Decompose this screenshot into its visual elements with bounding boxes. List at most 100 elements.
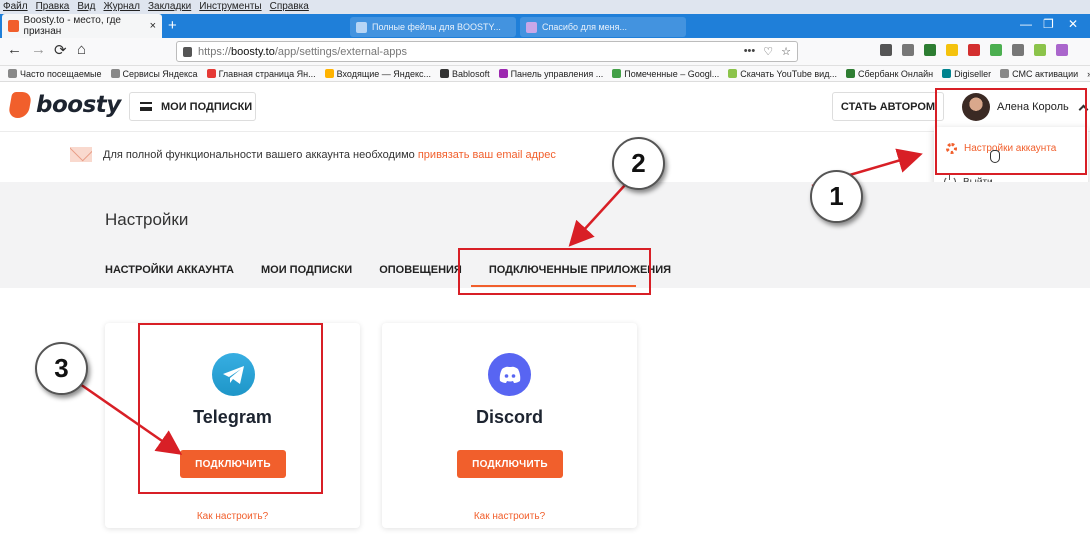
toolbar-extension-icon[interactable] bbox=[946, 44, 958, 56]
menu-icon bbox=[140, 102, 152, 111]
browser-tab-background[interactable]: Полные фейлы для BOOSTY... bbox=[350, 17, 516, 37]
bookmark-favicon-icon bbox=[440, 69, 450, 78]
envelope-icon bbox=[70, 147, 92, 162]
bookmark-item[interactable]: Помеченные – Googl... bbox=[612, 69, 719, 79]
menu-edit[interactable]: Правка bbox=[36, 0, 70, 14]
discord-howto-link[interactable]: Как настроить? bbox=[382, 511, 637, 522]
annotation-number-1: 1 bbox=[810, 170, 863, 223]
browser-menubar: Файл Правка Вид Журнал Закладки Инструме… bbox=[0, 0, 1090, 14]
tab-close-icon[interactable]: × bbox=[150, 20, 156, 32]
browser-tab-background[interactable]: Спасибо для меня... bbox=[520, 17, 686, 37]
lock-icon bbox=[183, 46, 192, 57]
toolbar-extension-icon[interactable] bbox=[1012, 44, 1024, 56]
browser-tab-active[interactable]: Boosty.to - место, где признан × bbox=[2, 14, 162, 38]
tab-favicon-icon bbox=[526, 21, 537, 33]
bookmark-favicon-icon bbox=[728, 69, 738, 78]
back-arrow-icon[interactable]: ← bbox=[7, 41, 22, 58]
highlight-box-account-settings bbox=[935, 88, 1087, 175]
tab-title: Спасибо для меня... bbox=[542, 22, 627, 32]
bookmark-item[interactable]: СМС активации bbox=[1000, 69, 1078, 79]
bookmark-label: Сбербанк Онлайн bbox=[857, 68, 934, 79]
notice-text: Для полной функциональности вашего аккау… bbox=[103, 148, 415, 161]
toolbar-extension-icon[interactable] bbox=[924, 44, 936, 56]
close-window-icon[interactable]: ✕ bbox=[1068, 17, 1078, 31]
forward-arrow-icon[interactable]: → bbox=[31, 41, 46, 58]
bookmark-item[interactable]: Входящие — Яндекс... bbox=[324, 69, 431, 79]
home-icon[interactable]: ⌂ bbox=[77, 41, 86, 58]
bookmark-favicon-icon bbox=[206, 69, 216, 78]
toolbar-extension-icon[interactable] bbox=[1056, 44, 1068, 56]
page-title: Настройки bbox=[105, 210, 189, 229]
bookmark-item[interactable]: Сервисы Яндекса bbox=[110, 68, 198, 79]
toolbar-extension-icon[interactable] bbox=[990, 44, 1002, 56]
reload-icon[interactable]: ⟳ bbox=[54, 41, 67, 59]
discord-icon bbox=[488, 353, 531, 396]
bookmark-label: Скачать YouTube вид... bbox=[740, 68, 837, 79]
menu-history[interactable]: Журнал bbox=[103, 0, 140, 14]
bookmark-favicon-icon bbox=[1000, 69, 1010, 78]
bookmark-label: Главная страница Ян... bbox=[218, 68, 316, 79]
toolbar-extension-icon[interactable] bbox=[880, 44, 892, 56]
menu-tools[interactable]: Инструменты bbox=[199, 0, 261, 14]
bookmark-item[interactable]: Главная страница Ян... bbox=[206, 68, 316, 79]
bind-email-link[interactable]: привязать ваш email адрес bbox=[418, 149, 556, 161]
annotation-number-3: 3 bbox=[35, 342, 88, 395]
boosty-logo-mark-icon bbox=[7, 92, 33, 118]
page-actions-icon[interactable]: ••• bbox=[744, 45, 756, 58]
highlight-box-connected-apps bbox=[458, 248, 651, 295]
bookmark-label: Панель управления ... bbox=[510, 68, 604, 79]
bookmark-label: Bablosoft bbox=[452, 68, 490, 79]
highlight-box-telegram bbox=[138, 323, 323, 494]
bookmark-star-icon[interactable]: ☆ bbox=[781, 45, 791, 58]
pocket-icon[interactable]: ♡ bbox=[763, 45, 773, 58]
bookmark-favicon-icon bbox=[324, 69, 334, 78]
bookmark-item[interactable]: Digiseller bbox=[942, 69, 991, 79]
menu-help[interactable]: Справка bbox=[270, 0, 309, 14]
bookmarks-bar: Часто посещаемые Сервисы Яндекса Главная с… bbox=[0, 66, 1090, 82]
minimize-icon[interactable]: — bbox=[1020, 17, 1032, 31]
my-subscriptions-button[interactable]: МОИ ПОДПИСКИ bbox=[129, 92, 256, 121]
maximize-icon[interactable]: ❐ bbox=[1043, 17, 1054, 31]
bookmark-label: Часто посещаемые bbox=[20, 68, 102, 79]
url-text: https://boosty.to/app/settings/external-… bbox=[198, 45, 407, 58]
discord-title: Discord bbox=[475, 407, 544, 427]
toolbar-extension-icon[interactable] bbox=[968, 44, 980, 56]
bookmark-favicon-icon bbox=[612, 69, 622, 78]
bookmark-favicon-icon bbox=[845, 69, 855, 78]
url-actions: ••• ♡ ☆ bbox=[744, 45, 791, 58]
discord-connect-button[interactable]: ПОДКЛЮЧИТЬ bbox=[457, 450, 563, 478]
bookmark-item[interactable]: Сбербанк Онлайн bbox=[845, 68, 934, 79]
tab-my-subscriptions[interactable]: МОИ ПОДПИСКИ bbox=[261, 264, 352, 276]
bookmark-label: Сервисы Яндекса bbox=[122, 68, 198, 79]
bookmark-favicon-icon bbox=[942, 69, 952, 78]
toolbar-extension-icon[interactable] bbox=[902, 44, 914, 56]
become-author-button[interactable]: СТАТЬ АВТОРОМ bbox=[832, 92, 944, 121]
bookmark-favicon-icon bbox=[498, 69, 508, 78]
email-notice: Для полной функциональности вашего аккау… bbox=[70, 147, 556, 162]
new-tab-button[interactable]: + bbox=[168, 17, 177, 34]
menu-view[interactable]: Вид bbox=[77, 0, 95, 14]
annotation-number-2: 2 bbox=[612, 137, 665, 190]
my-subscriptions-label: МОИ ПОДПИСКИ bbox=[161, 100, 253, 113]
tab-notifications[interactable]: ОПОВЕЩЕНИЯ bbox=[379, 264, 462, 276]
bookmark-label: СМС активации bbox=[1012, 68, 1079, 79]
menu-file[interactable]: Файл bbox=[3, 0, 28, 14]
bookmark-item[interactable]: Скачать YouTube вид... bbox=[728, 69, 837, 79]
bookmark-favicon-icon bbox=[110, 69, 120, 78]
bookmark-item[interactable]: Bablosoft bbox=[440, 69, 490, 79]
browser-toolbar-icons bbox=[880, 44, 1068, 56]
boosty-logo[interactable]: boosty bbox=[7, 92, 121, 118]
telegram-howto-link[interactable]: Как настроить? bbox=[105, 511, 360, 522]
toolbar-extension-icon[interactable] bbox=[1034, 44, 1046, 56]
bookmark-label: Digiseller bbox=[954, 68, 992, 79]
boosty-favicon-icon bbox=[8, 20, 19, 32]
bookmark-item[interactable]: Панель управления ... bbox=[498, 68, 604, 79]
tab-account-settings[interactable]: НАСТРОЙКИ АККАУНТА bbox=[105, 264, 234, 276]
logo-text: boosty bbox=[36, 92, 121, 118]
url-bar[interactable]: https://boosty.to/app/settings/external-… bbox=[176, 41, 798, 62]
menu-bookmarks[interactable]: Закладки bbox=[148, 0, 191, 14]
bookmark-item[interactable]: Часто посещаемые bbox=[8, 69, 102, 79]
tab-favicon-icon bbox=[356, 21, 367, 33]
tab-title: Boosty.to - место, где признан bbox=[23, 15, 121, 37]
bookmark-favicon-icon bbox=[8, 69, 17, 78]
